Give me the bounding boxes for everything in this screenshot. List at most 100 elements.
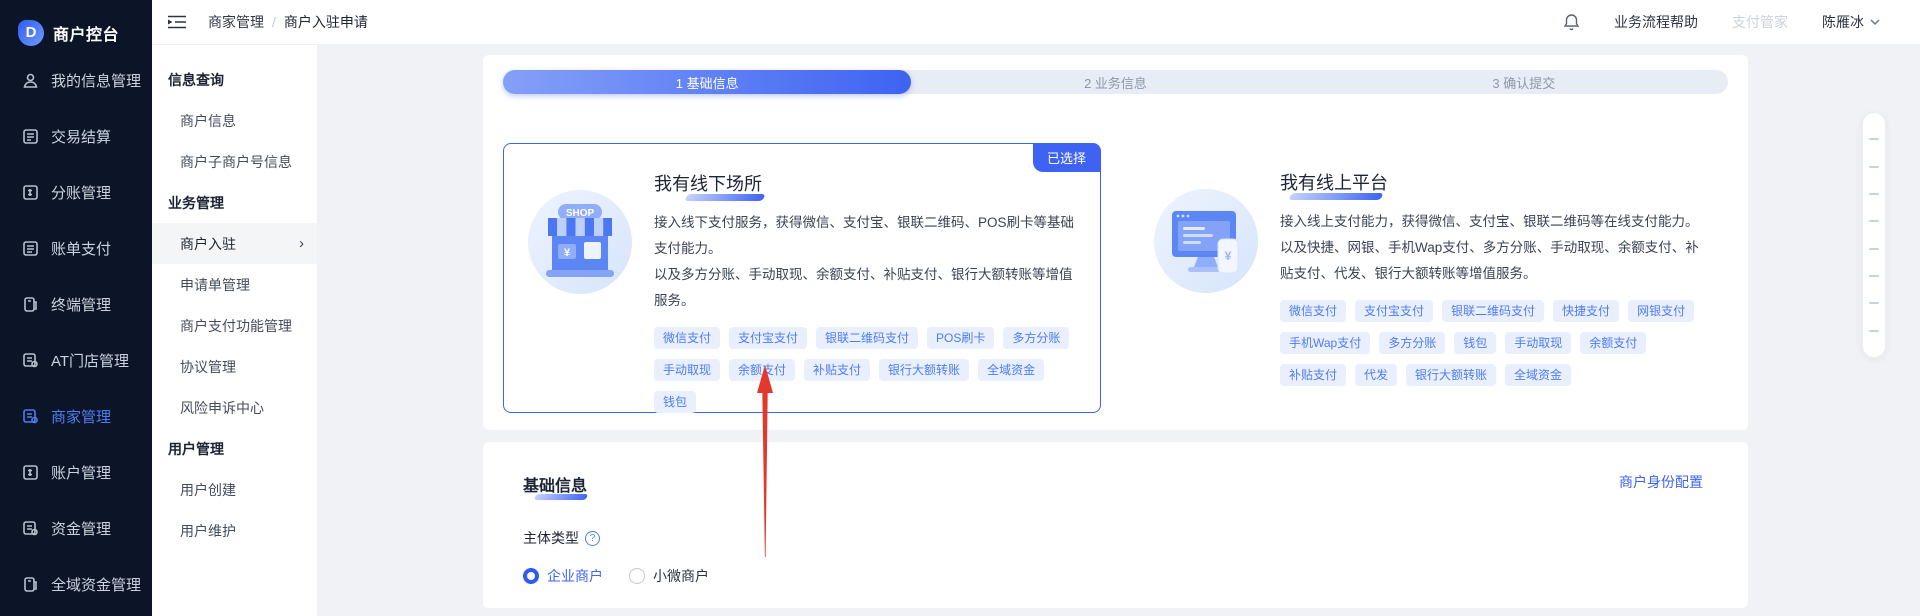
radio-micro-merchant[interactable]: 小微商户 <box>629 566 709 586</box>
ledger-dollar-icon <box>22 184 39 201</box>
collapse-sidebar-icon[interactable] <box>168 15 186 29</box>
sidebar-item-split-account[interactable]: 分账管理 <box>0 164 152 220</box>
step-progress-bar: 1 基础信息 2 业务信息 3 确认提交 <box>503 70 1728 94</box>
process-help-link[interactable]: 业务流程帮助 <box>1614 12 1698 32</box>
app-title: 商户控台 <box>53 21 119 45</box>
tag: 多方分账 <box>1379 332 1445 354</box>
tag: 银联二维码支付 <box>816 327 918 349</box>
dash-icon <box>1869 220 1879 222</box>
top-header: 商家管理 / 商户入驻申请 业务流程帮助 支付管家 陈雁冰 <box>152 0 1920 45</box>
tag: 补贴支付 <box>804 359 870 381</box>
breadcrumb-current: 商户入驻申请 <box>284 12 368 32</box>
dash-icon <box>1869 166 1879 168</box>
sidebar-item-trade-settle[interactable]: 交易结算 <box>0 108 152 164</box>
tag: 钱包 <box>654 391 696 413</box>
step-business-info[interactable]: 2 业务信息 <box>911 70 1319 94</box>
monitor-illustration-icon: ¥ <box>1154 189 1258 293</box>
submenu-group-user-mgmt: 用户管理 <box>152 428 317 469</box>
tag: 银行大额转账 <box>1406 364 1496 386</box>
help-question-icon[interactable]: ? <box>585 531 600 546</box>
card-description: 接入线上支付能力，获得微信、支付宝、银联二维码等在线支付能力。 以及快捷、网银、… <box>1280 209 1704 287</box>
dash-icon <box>1869 138 1879 140</box>
tag: 余额支付 <box>729 359 795 381</box>
global-funds-icon <box>22 576 39 593</box>
submenu-item-user-maintain[interactable]: 用户维护 <box>152 510 317 551</box>
dash-icon <box>1869 248 1879 250</box>
svg-text:¥: ¥ <box>564 247 571 259</box>
submenu-item-application-mgmt[interactable]: 申请单管理 <box>152 264 317 305</box>
store-icon <box>22 352 39 369</box>
main-content: 1 基础信息 2 业务信息 3 确认提交 已选择 SHOP <box>318 45 1920 616</box>
sidebar-item-terminal[interactable]: 终端管理 <box>0 276 152 332</box>
submenu-item-merchant-onboarding[interactable]: 商户入驻 › <box>152 223 317 264</box>
submenu-item-agreement-mgmt[interactable]: 协议管理 <box>152 346 317 387</box>
user-name: 陈雁冰 <box>1822 12 1864 32</box>
sidebar-item-at-store[interactable]: AT门店管理 <box>0 332 152 388</box>
terminal-icon <box>22 296 39 313</box>
onboarding-panel: 1 基础信息 2 业务信息 3 确认提交 已选择 SHOP <box>483 55 1748 430</box>
capability-tags: 微信支付 支付宝支付 银联二维码支付 POS刷卡 多方分账 手动取现 余额支付 … <box>654 327 1076 413</box>
tag: 快捷支付 <box>1553 300 1619 322</box>
sidebar-item-my-info[interactable]: 我的信息管理 <box>0 52 152 108</box>
tag: 手动取现 <box>654 359 720 381</box>
chevron-right-icon: › <box>299 235 304 252</box>
tag: 多方分账 <box>1003 327 1069 349</box>
radio-dot <box>523 568 539 584</box>
app-logo[interactable]: D 商户控台 <box>0 0 152 52</box>
merchant-icon <box>22 408 39 425</box>
bill-icon <box>22 240 39 257</box>
notification-bell-icon[interactable] <box>1563 13 1580 31</box>
tag: 全域资金 <box>1505 364 1571 386</box>
submenu-item-sub-merchant-info[interactable]: 商户子商户号信息 <box>152 141 317 182</box>
breadcrumb-parent[interactable]: 商家管理 <box>208 12 264 32</box>
anchor-nav-widget[interactable] <box>1862 112 1886 358</box>
tag: 余额支付 <box>1580 332 1646 354</box>
dash-icon <box>1869 193 1879 195</box>
chevron-down-icon <box>1870 19 1880 25</box>
basic-info-title: 基础信息 <box>523 472 587 496</box>
tag: 微信支付 <box>1280 300 1346 322</box>
primary-sidebar: D 商户控台 我的信息管理 交易结算 分账管理 账单支付 终端管理 AT门店管理… <box>0 0 152 616</box>
breadcrumb: 商家管理 / 商户入驻申请 <box>208 12 368 32</box>
list-icon <box>22 128 39 145</box>
sidebar-item-merchant-mgmt[interactable]: 商家管理 <box>0 388 152 444</box>
step-basic-info[interactable]: 1 基础信息 <box>503 70 911 94</box>
subject-type-label: 主体类型 ? <box>523 528 1703 548</box>
sidebar-item-funds-mgmt[interactable]: 资金管理 <box>0 500 152 556</box>
user-menu[interactable]: 陈雁冰 <box>1822 12 1880 32</box>
sidebar-item-bill-pay[interactable]: 账单支付 <box>0 220 152 276</box>
merchant-identity-config-link[interactable]: 商户身份配置 <box>1619 472 1703 492</box>
tag: 补贴支付 <box>1280 364 1346 386</box>
submenu-item-pay-function-mgmt[interactable]: 商户支付功能管理 <box>152 305 317 346</box>
account-dollar-icon <box>22 464 39 481</box>
step-confirm-submit[interactable]: 3 确认提交 <box>1320 70 1728 94</box>
tag: 手机Wap支付 <box>1280 332 1370 354</box>
tag: 银联二维码支付 <box>1442 300 1544 322</box>
submenu-group-business-mgmt: 业务管理 <box>152 182 317 223</box>
sidebar-item-account-mgmt[interactable]: 账户管理 <box>0 444 152 500</box>
tag: 支付宝支付 <box>1355 300 1433 322</box>
submenu-item-risk-appeal-center[interactable]: 风险申诉中心 <box>152 387 317 428</box>
tag: 网银支付 <box>1628 300 1694 322</box>
secondary-sidebar: 信息查询 商户信息 商户子商户号信息 业务管理 商户入驻 › 申请单管理 商户支… <box>152 45 318 616</box>
offline-scene-card[interactable]: 已选择 SHOP <box>503 143 1101 413</box>
logo-icon: D <box>18 20 44 46</box>
online-platform-card[interactable]: ¥ 我有线上平台 接入线上支付能力，获得微信、支付宝、银联二维码等在线支付能力。… <box>1130 143 1728 413</box>
dash-icon <box>1869 330 1879 332</box>
svg-text:SHOP: SHOP <box>566 208 595 219</box>
tag: 全域资金 <box>978 359 1044 381</box>
dash-icon <box>1869 275 1879 277</box>
payment-assistant-link[interactable]: 支付管家 <box>1732 12 1788 32</box>
tag: POS刷卡 <box>927 327 994 349</box>
breadcrumb-separator: / <box>272 14 276 30</box>
tag: 手动取现 <box>1505 332 1571 354</box>
shop-illustration-icon: SHOP ¥ <box>528 190 632 294</box>
tag: 钱包 <box>1454 332 1496 354</box>
submenu-item-merchant-info[interactable]: 商户信息 <box>152 100 317 141</box>
basic-info-panel: 基础信息 商户身份配置 主体类型 ? 企业商户 小微商户 <box>483 442 1748 608</box>
tag: 微信支付 <box>654 327 720 349</box>
tag: 支付宝支付 <box>729 327 807 349</box>
submenu-item-user-create[interactable]: 用户创建 <box>152 469 317 510</box>
sidebar-item-global-funds[interactable]: 全域资金管理 <box>0 556 152 612</box>
radio-enterprise-merchant[interactable]: 企业商户 <box>523 566 603 586</box>
